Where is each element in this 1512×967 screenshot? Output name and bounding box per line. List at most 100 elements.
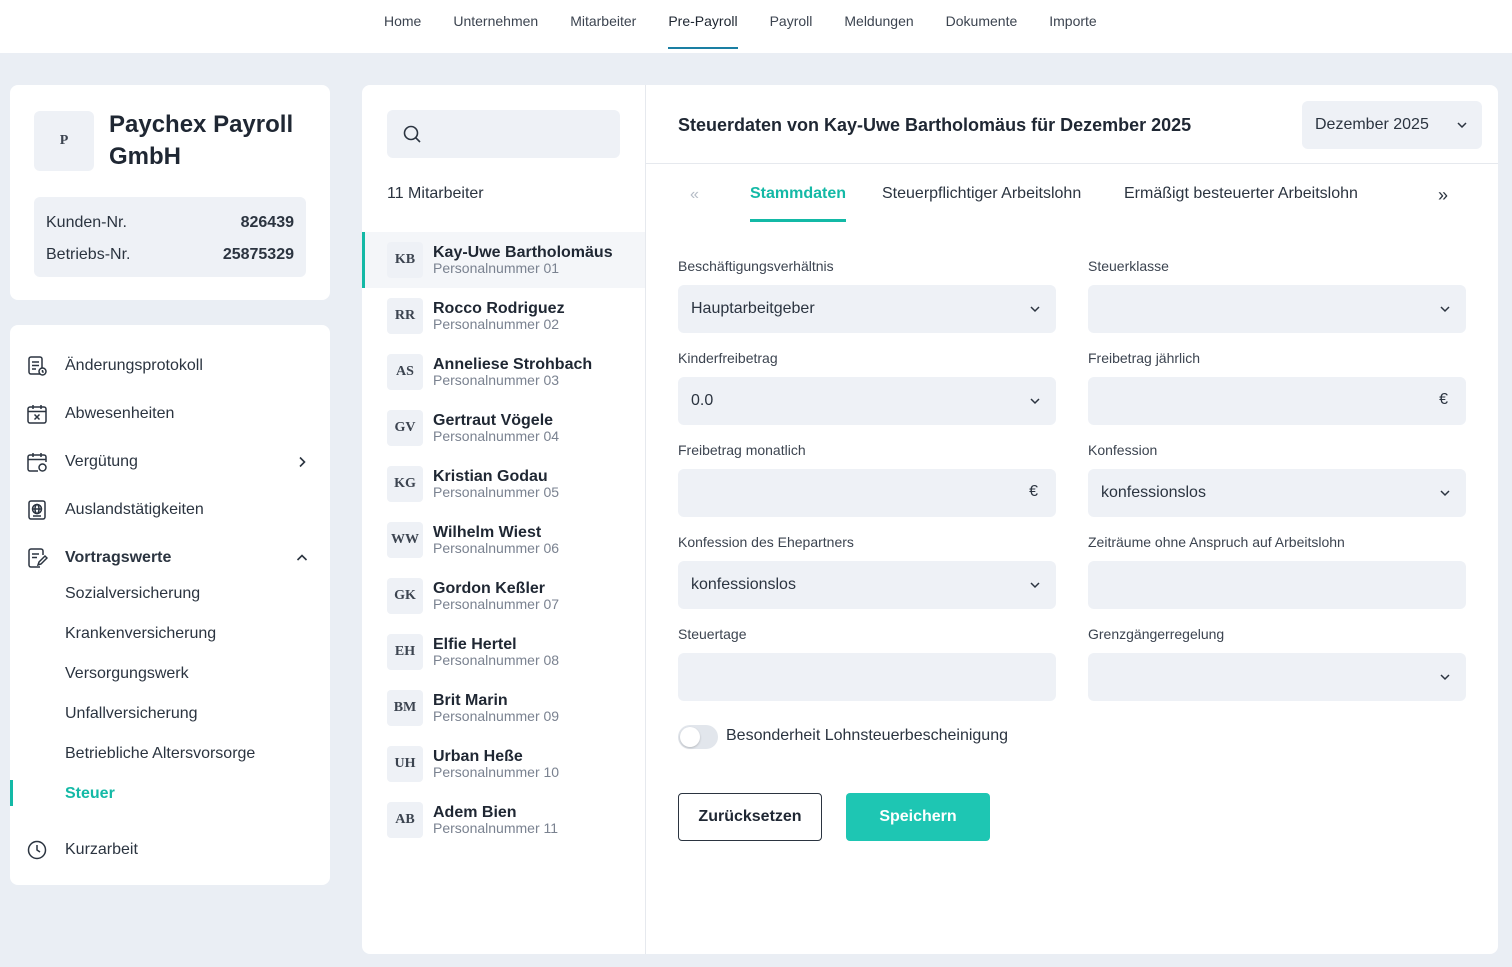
search-icon: [403, 125, 421, 143]
menu-label-abwesenheiten: Abwesenheiten: [65, 405, 175, 422]
tab-stammdaten[interactable]: Stammdaten: [750, 185, 847, 222]
month-select-value: Dezember 2025: [1315, 116, 1429, 133]
calendar-x-icon: [26, 403, 48, 425]
tabs-next-button[interactable]: »: [1438, 185, 1448, 206]
avatar: KB: [387, 242, 423, 278]
tab-ermaessigt-besteuerter-arbeitslohn[interactable]: Ermäßigt besteuerter Arbeitslohn: [1124, 185, 1358, 203]
nav-home[interactable]: Home: [368, 0, 437, 53]
chevron-down-icon: [1030, 306, 1040, 313]
tab-steuerpflichtiger-arbeitslohn[interactable]: Steuerpflichtiger Arbeitslohn: [882, 185, 1081, 203]
submenu-sozialversicherung[interactable]: Sozialversicherung: [10, 576, 330, 612]
avatar: BM: [387, 690, 423, 726]
document-edit-icon: [26, 547, 49, 569]
submenu-unfallversicherung[interactable]: Unfallversicherung: [10, 696, 330, 732]
change-log-icon: [26, 355, 48, 377]
menu-item-aenderungsprotokoll[interactable]: Änderungsprotokoll: [10, 346, 330, 386]
employee-row[interactable]: EH Elfie Hertel Personalnummer 08: [362, 624, 645, 680]
calendar-money-icon: [26, 451, 48, 473]
menu-label-aenderungsprotokoll: Änderungsprotokoll: [65, 357, 203, 374]
employee-number: Personalnummer 09: [433, 708, 560, 724]
chevron-up-icon: [294, 550, 310, 566]
employee-row[interactable]: AB Adem Bien Personalnummer 11: [362, 792, 645, 848]
field-label-konfession-ehepartner: Konfession des Ehepartners: [678, 534, 854, 550]
month-select[interactable]: Dezember 2025: [1302, 101, 1482, 149]
avatar: EH: [387, 634, 423, 670]
field-label-freibetrag-jaehrlich: Freibetrag jährlich: [1088, 350, 1201, 366]
chevron-down-icon: [1457, 122, 1467, 129]
employee-search: [387, 110, 620, 158]
employee-row[interactable]: KB Kay-Uwe Bartholomäus Personalnummer 0…: [362, 232, 645, 288]
field-value: Hauptarbeitgeber: [691, 300, 815, 317]
employee-row[interactable]: KG Kristian Godau Personalnummer 05: [362, 456, 645, 512]
grenzgaengerregelung-select[interactable]: [1088, 653, 1466, 701]
reset-button[interactable]: Zurücksetzen: [678, 793, 822, 841]
nav-mitarbeiter[interactable]: Mitarbeiter: [554, 0, 652, 53]
chevron-right-icon: [294, 454, 310, 470]
nav-dokumente[interactable]: Dokumente: [930, 0, 1034, 53]
field-label-konfession: Konfession: [1088, 442, 1158, 458]
submenu-steuer[interactable]: Steuer: [10, 776, 330, 812]
steuertage-input[interactable]: [678, 653, 1056, 701]
submenu-betriebliche-altersvorsorge[interactable]: Betriebliche Altersvorsorge: [10, 736, 330, 772]
employee-count: 11 Mitarbeiter: [387, 185, 484, 202]
employee-row[interactable]: BM Brit Marin Personalnummer 09: [362, 680, 645, 736]
tax-data-panel: Steuerdaten von Kay-Uwe Bartholomäus für…: [646, 85, 1498, 954]
menu-label-kurzarbeit: Kurzarbeit: [65, 841, 138, 858]
submenu-label: Sozialversicherung: [65, 585, 201, 602]
field-value: konfessionslos: [691, 576, 796, 593]
menu-item-verguetung[interactable]: Vergütung: [10, 442, 330, 482]
besonderheit-toggle-label: Besonderheit Lohnsteuerbescheinigung: [726, 727, 1008, 744]
freibetrag-jaehrlich-input[interactable]: €: [1088, 377, 1466, 425]
zeitraeume-input[interactable]: [1088, 561, 1466, 609]
avatar: KG: [387, 466, 423, 502]
submenu-label: Betriebliche Altersvorsorge: [65, 745, 256, 762]
menu-item-auslandstaetigkeiten[interactable]: Auslandstätigkeiten: [10, 490, 330, 530]
konfession-select[interactable]: konfessionslos: [1088, 469, 1466, 517]
freibetrag-monatlich-input[interactable]: €: [678, 469, 1056, 517]
chevron-down-icon: [1440, 490, 1450, 497]
nav-meldungen[interactable]: Meldungen: [828, 0, 929, 53]
employee-row[interactable]: UH Urban Heße Personalnummer 10: [362, 736, 645, 792]
nav-payroll[interactable]: Payroll: [754, 0, 829, 53]
employee-search-input[interactable]: [431, 110, 611, 158]
field-value: 0.0: [691, 392, 714, 409]
employee-number: Personalnummer 01: [433, 260, 560, 276]
nav-importe[interactable]: Importe: [1033, 0, 1112, 53]
company-ids-box: Kunden-Nr. 826439 Betriebs-Nr. 25875329: [34, 197, 306, 277]
avatar: UH: [387, 746, 423, 782]
menu-item-kurzarbeit[interactable]: Kurzarbeit: [10, 830, 330, 870]
chevron-down-icon: [1440, 306, 1450, 313]
menu-item-abwesenheiten[interactable]: Abwesenheiten: [10, 394, 330, 434]
field-label-freibetrag-monatlich: Freibetrag monatlich: [678, 442, 806, 458]
nav-pre-payroll[interactable]: Pre-Payroll: [652, 0, 753, 53]
employee-number: Personalnummer 08: [433, 652, 560, 668]
employee-row[interactable]: AS Anneliese Strohbach Personalnummer 03: [362, 344, 645, 400]
tabs-prev-button[interactable]: «: [690, 186, 699, 204]
save-button[interactable]: Speichern: [846, 793, 990, 841]
employee-row[interactable]: GK Gordon Keßler Personalnummer 07: [362, 568, 645, 624]
employee-row[interactable]: RR Rocco Rodriguez Personalnummer 02: [362, 288, 645, 344]
employee-number: Personalnummer 02: [433, 316, 560, 332]
submenu-versorgungswerk[interactable]: Versorgungswerk: [10, 656, 330, 692]
employee-number: Personalnummer 11: [433, 820, 559, 836]
kinderfreibetrag-select[interactable]: 0.0: [678, 377, 1056, 425]
employee-number: Personalnummer 04: [433, 428, 560, 444]
steuerklasse-select[interactable]: [1088, 285, 1466, 333]
konfession-ehepartner-select[interactable]: konfessionslos: [678, 561, 1056, 609]
menu-item-vortragswerte[interactable]: Vortragswerte: [10, 538, 330, 578]
besonderheit-toggle[interactable]: [678, 725, 718, 749]
beschaeftigungsverhaeltnis-select[interactable]: Hauptarbeitgeber: [678, 285, 1056, 333]
employee-row[interactable]: GV Gertraut Vögele Personalnummer 04: [362, 400, 645, 456]
submenu-krankenversicherung[interactable]: Krankenversicherung: [10, 616, 330, 652]
menu-label-vortragswerte: Vortragswerte: [65, 549, 172, 566]
betriebs-nr-label: Betriebs-Nr.: [46, 246, 131, 263]
header-divider: [646, 163, 1498, 164]
employee-row[interactable]: WW Wilhelm Wiest Personalnummer 06: [362, 512, 645, 568]
employee-number: Personalnummer 07: [433, 596, 560, 612]
betriebs-nr-row: Betriebs-Nr. 25875329: [46, 239, 294, 271]
submenu-label: Unfallversicherung: [65, 705, 198, 722]
field-label-zeitraeume: Zeiträume ohne Anspruch auf Arbeitslohn: [1088, 534, 1345, 550]
field-label-kinderfreibetrag: Kinderfreibetrag: [678, 350, 778, 366]
nav-unternehmen[interactable]: Unternehmen: [437, 0, 554, 53]
employee-list-panel: 11 Mitarbeiter KB Kay-Uwe Bartholomäus P…: [362, 85, 646, 954]
